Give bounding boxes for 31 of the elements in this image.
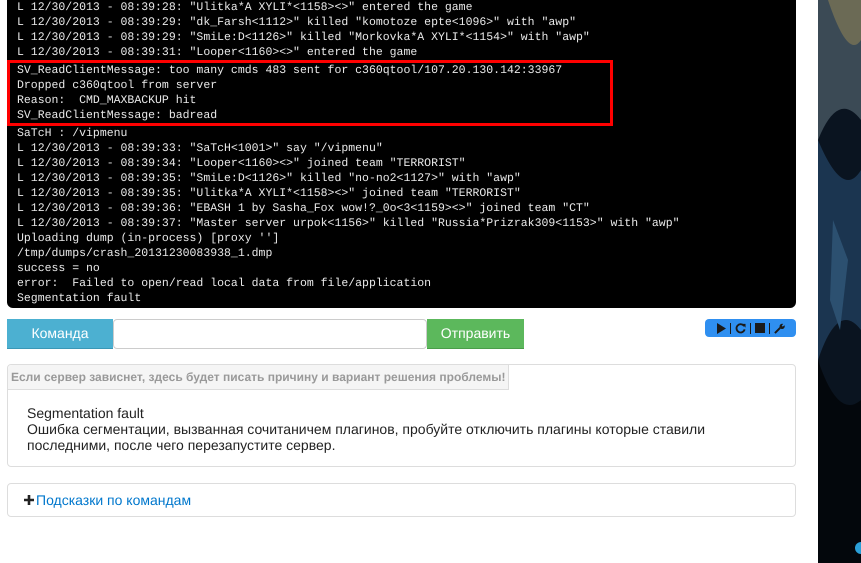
console-line: success = no [17,261,100,276]
play-icon[interactable] [716,322,726,334]
console-line: L 12/30/2013 - 08:39:29: "SmiLe:D<1126>" killed "Morkovka*A XYLI*<1154>" with "awp" [17,30,590,45]
console-line: L 12/30/2013 - 08:39:35: "SmiLe:D<1126>" killed "no-no2<1127>" with "awp" [17,171,521,186]
plus-icon [24,495,34,505]
console-line: L 12/30/2013 - 08:39:35: "Ulitka*A XYLI*<1158><>" joined team "TERRORIST" [17,186,521,201]
command-field[interactable] [113,319,427,349]
problem-description: Ошибка сегментации, вызванная сочитаничем плагинов, пробуйте отключить плагины которые ставили последними, после чего перезапустите сервер. [27,421,706,453]
console-line: SaTcH : /vipmenu [17,126,128,141]
console-line: L 12/30/2013 - 08:39:33: "SaTcH<1001>" say "/vipmenu" [17,141,383,156]
console-line: error: Failed to open/read local data from file/application [17,276,432,291]
console-line: SV_ReadClientMessage: badread [17,108,218,123]
console-line: /tmp/dumps/crash_20131230083938_1.dmp [17,246,272,261]
console-line: SV_ReadClientMessage: too many cmds 483 sent for c360qtool/107.20.130.142:33967 [17,63,562,78]
console-line: Segmentation fault [17,291,142,306]
send-button[interactable]: Отправить [427,319,524,349]
command-label: Команда [7,319,113,349]
refresh-icon[interactable] [735,322,746,334]
console-line: L 12/30/2013 - 08:39:36: "EBASH 1 by Sasha_Fox wow!?_0o<3<1159><>" joined team "CT" [17,201,590,216]
console-line: L 12/30/2013 - 08:39:29: "dk_Farsh<1112>" killed "komotoze epte<1096>" with "awp" [17,15,576,30]
panel-heading: Если сервер зависнет, здесь будет писать причину и вариант решения проблемы! [8,365,510,390]
hints-link[interactable]: Подсказки по командам [36,490,192,510]
console-line: Dropped c360qtool from server [17,78,218,93]
console-line: Reason: CMD_MAXBACKUP hit [17,93,196,108]
console-line: L 12/30/2013 - 08:39:31: "Looper<1160><>" entered the game [17,45,418,60]
console-line: L 12/30/2013 - 08:39:34: "Looper<1160><>" joined team "TERRORIST" [17,156,466,171]
wrench-icon[interactable] [774,322,785,334]
console-line: L 12/30/2013 - 08:39:28: "Ulitka*A XYLI*<1158><>" entered the game [17,0,472,15]
console-line: Uploading dump (in-process) [proxy ''] [17,231,280,246]
console-line: L 12/30/2013 - 08:39:37: "Master server urpok<1156>" killed "Russia*Prizrak309<1153>" with "awp" [17,216,680,231]
problem-title: Segmentation fault [27,405,145,421]
